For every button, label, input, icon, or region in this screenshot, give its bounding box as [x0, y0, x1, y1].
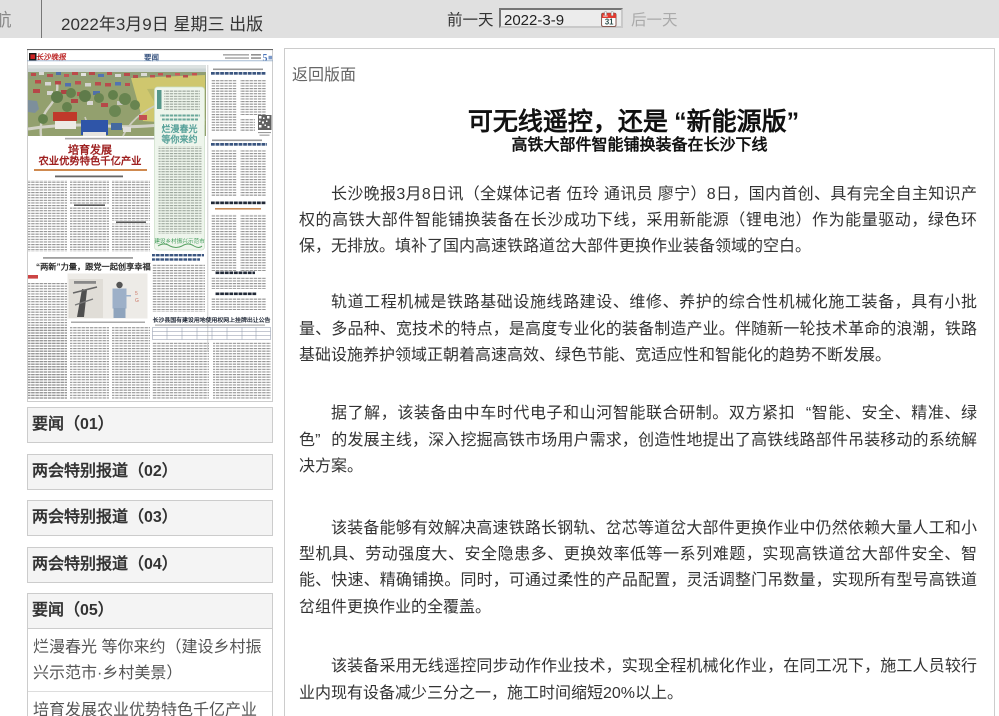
svg-text:等你来约: 等你来约	[160, 134, 197, 145]
svg-text:长沙晚报: 长沙晚报	[36, 52, 68, 62]
svg-text:培育发展: 培育发展	[68, 143, 113, 157]
svg-text:农业优势特色千亿产业: 农业优势特色千亿产业	[38, 155, 142, 168]
svg-text:G: G	[135, 298, 139, 304]
svg-text:长沙县国有建设用地使用权网上挂牌出让公告: 长沙县国有建设用地使用权网上挂牌出让公告	[153, 316, 271, 324]
svg-text:“两新”力量，跟党一起创享幸福: “两新”力量，跟党一起创享幸福	[36, 262, 151, 272]
svg-text:5: 5	[263, 53, 268, 64]
svg-text:31: 31	[605, 18, 614, 27]
svg-text:烂漫春光: 烂漫春光	[161, 123, 197, 134]
svg-text:5: 5	[135, 291, 138, 297]
